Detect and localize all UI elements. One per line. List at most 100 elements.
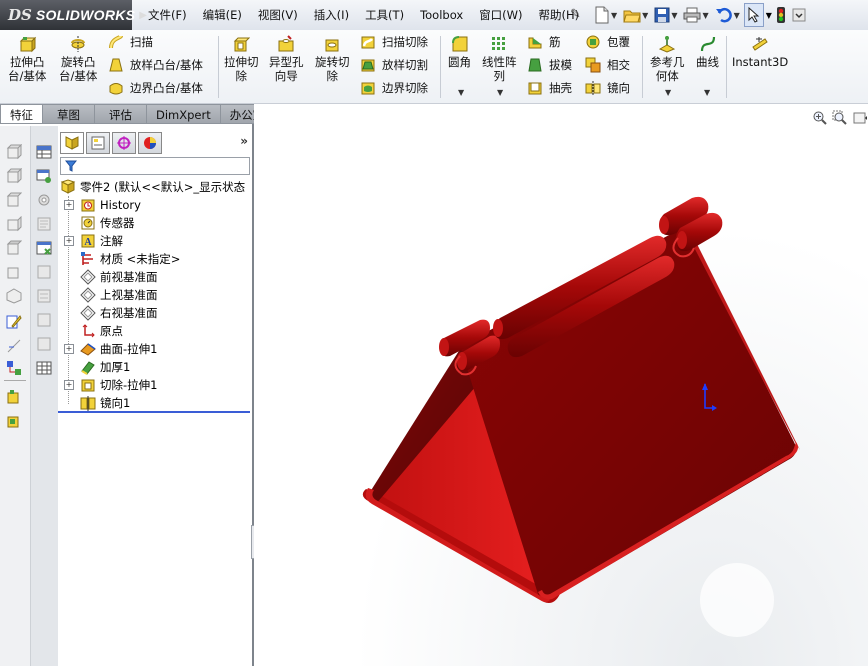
custom-properties-icon[interactable] xyxy=(36,288,52,304)
instant3d-button[interactable]: Instant3D xyxy=(732,35,788,69)
smart-dimension-icon[interactable] xyxy=(6,338,22,354)
print-icon[interactable]: ▼ xyxy=(681,4,710,26)
loft-boss-button[interactable]: 放样凸台/基体 xyxy=(108,57,203,73)
mirror-button[interactable]: 镜向 xyxy=(585,80,630,96)
fillet-dropdown-icon[interactable]: ▼ xyxy=(458,88,464,97)
rib-button[interactable]: 筋 xyxy=(527,34,561,50)
expand-toggle-icon[interactable]: + xyxy=(64,236,74,246)
tree-item-material[interactable]: 材质 <未指定> xyxy=(58,250,252,268)
tree-item-origin[interactable]: 原点 xyxy=(58,322,252,340)
gear-icon[interactable] xyxy=(36,192,52,208)
tree-item-history[interactable]: + History xyxy=(58,196,252,214)
tree-item-thicken[interactable]: 加厚1 xyxy=(58,358,252,376)
rollback-bar[interactable] xyxy=(58,411,250,413)
expand-panel-icon[interactable]: » xyxy=(240,134,248,148)
reference-geometry-dropdown-icon[interactable]: ▼ xyxy=(665,88,671,97)
rebuild-traffic-light-icon[interactable] xyxy=(774,4,788,26)
table-icon[interactable] xyxy=(36,144,52,160)
wrap-button[interactable]: 包覆 xyxy=(585,34,630,50)
select-arrow-icon[interactable] xyxy=(743,3,764,27)
swept-cut-button[interactable]: 扫描切除 xyxy=(360,34,428,50)
lofted-cut-button[interactable]: 放样切割 xyxy=(360,57,428,73)
expand-toggle-icon[interactable]: + xyxy=(64,200,74,210)
pin-icon[interactable]: ✎ xyxy=(570,7,581,22)
reference-geometry-button[interactable]: 参考几 何体 xyxy=(650,35,685,83)
menu-window[interactable]: 窗口(W) xyxy=(471,7,530,23)
tree-item-sensors[interactable]: 传感器 xyxy=(58,214,252,232)
top-view-icon[interactable] xyxy=(6,240,22,256)
extrude-cut-button[interactable]: 拉伸切 除 xyxy=(224,35,259,83)
sketch-pencil-icon[interactable] xyxy=(6,314,22,330)
tab-features[interactable]: 特征 xyxy=(0,104,43,124)
menu-tools[interactable]: 工具(T) xyxy=(357,7,412,23)
undo-icon[interactable]: ▼ xyxy=(713,4,742,26)
tree-item-top-plane[interactable]: 上视基准面 xyxy=(58,286,252,304)
tab-sketch[interactable]: 草图 xyxy=(42,104,95,124)
configuration-manager-tab[interactable] xyxy=(112,132,136,154)
shell-button[interactable]: 抽壳 xyxy=(527,80,572,96)
menu-view[interactable]: 视图(V) xyxy=(250,7,306,23)
curves-button[interactable]: 曲线 xyxy=(696,35,719,69)
fillet-button[interactable]: 圆角 xyxy=(448,35,471,69)
left-view-icon[interactable] xyxy=(6,192,22,208)
open-folder-icon[interactable]: ▼ xyxy=(621,4,650,26)
linear-pattern-button[interactable]: 线性阵 列 xyxy=(482,35,517,83)
menu-edit[interactable]: 编辑(E) xyxy=(195,7,250,23)
right-view-icon[interactable] xyxy=(6,216,22,232)
feature-filter-input[interactable] xyxy=(60,157,250,175)
relations-icon[interactable] xyxy=(6,360,22,376)
back-view-icon[interactable] xyxy=(6,168,22,184)
feature-tree-icon xyxy=(65,136,79,150)
tab-evaluate[interactable]: 评估 xyxy=(94,104,147,124)
boundary-cut-button[interactable]: 边界切除 xyxy=(360,80,428,96)
instant3d-label: Instant3D xyxy=(732,55,789,69)
extrude-boss-small-icon[interactable] xyxy=(6,388,22,404)
menu-insert[interactable]: 插入(I) xyxy=(306,7,357,23)
tree-item-front-plane[interactable]: 前视基准面 xyxy=(58,268,252,286)
tab-dimxpert[interactable]: DimXpert xyxy=(146,104,221,124)
menu-file[interactable]: 文件(F) xyxy=(140,7,195,23)
intersect-button[interactable]: 相交 xyxy=(585,57,630,73)
revolve-cut-button[interactable]: 旋转切 除 xyxy=(315,35,350,83)
tree-item-right-plane[interactable]: 右视基准面 xyxy=(58,304,252,322)
curves-dropdown-icon[interactable]: ▼ xyxy=(704,88,710,97)
tree-item-surface-extrude[interactable]: + 曲面-拉伸1 xyxy=(58,340,252,358)
select-dropdown-icon[interactable]: ▼ xyxy=(766,11,772,20)
menu-toolbox[interactable]: Toolbox xyxy=(412,8,471,22)
forum-icon[interactable] xyxy=(36,336,52,352)
sweep-button[interactable]: 扫描 xyxy=(108,34,153,50)
property-manager-tab[interactable] xyxy=(86,132,110,154)
hole-wizard-button[interactable]: 异型孔 向导 xyxy=(269,35,304,83)
boundary-boss-button[interactable]: 边界凸台/基体 xyxy=(108,80,203,96)
linear-pattern-dropdown-icon[interactable]: ▼ xyxy=(497,88,503,97)
wrap-icon xyxy=(586,35,600,49)
bottom-view-icon[interactable] xyxy=(6,264,22,280)
appearances-icon[interactable] xyxy=(36,264,52,280)
graphics-viewport[interactable] xyxy=(254,104,868,666)
new-document-icon[interactable]: ▼ xyxy=(592,4,619,26)
part-model-3d[interactable] xyxy=(254,104,868,666)
expand-toggle-icon[interactable]: + xyxy=(64,380,74,390)
expand-toggle-icon[interactable]: + xyxy=(64,344,74,354)
display-manager-tab[interactable] xyxy=(138,132,162,154)
feature-tree-tab[interactable] xyxy=(60,132,84,154)
isometric-view-icon[interactable] xyxy=(6,288,22,304)
view-palette-icon[interactable] xyxy=(36,240,52,256)
spreadsheet-icon[interactable] xyxy=(36,360,52,376)
draft-button[interactable]: 拔模 xyxy=(527,57,572,73)
file-explorer-icon[interactable] xyxy=(36,216,52,232)
extrude-cut-label: 拉伸切 除 xyxy=(224,55,259,83)
design-library-icon[interactable] xyxy=(36,168,52,184)
revolve-boss-button[interactable]: 旋转凸 台/基体 xyxy=(59,35,97,83)
solidworks-resources-icon[interactable] xyxy=(36,312,52,328)
tree-item-annotations[interactable]: + A 注解 xyxy=(58,232,252,250)
save-icon[interactable]: ▼ xyxy=(652,4,679,26)
tree-item-cut-extrude[interactable]: + 切除-拉伸1 xyxy=(58,376,252,394)
extrude-cut-small-icon[interactable] xyxy=(6,412,22,428)
extrude-boss-button[interactable]: 拉伸凸 台/基体 xyxy=(8,35,46,83)
tree-root-part[interactable]: 零件2 (默认<<默认>_显示状态 xyxy=(58,178,252,196)
tree-item-mirror[interactable]: 镜向1 xyxy=(58,394,252,412)
solidworks-logo[interactable]: DS SOLIDWORKS ▶ xyxy=(0,0,147,30)
options-icon[interactable] xyxy=(790,4,808,26)
front-view-icon[interactable] xyxy=(6,144,22,160)
